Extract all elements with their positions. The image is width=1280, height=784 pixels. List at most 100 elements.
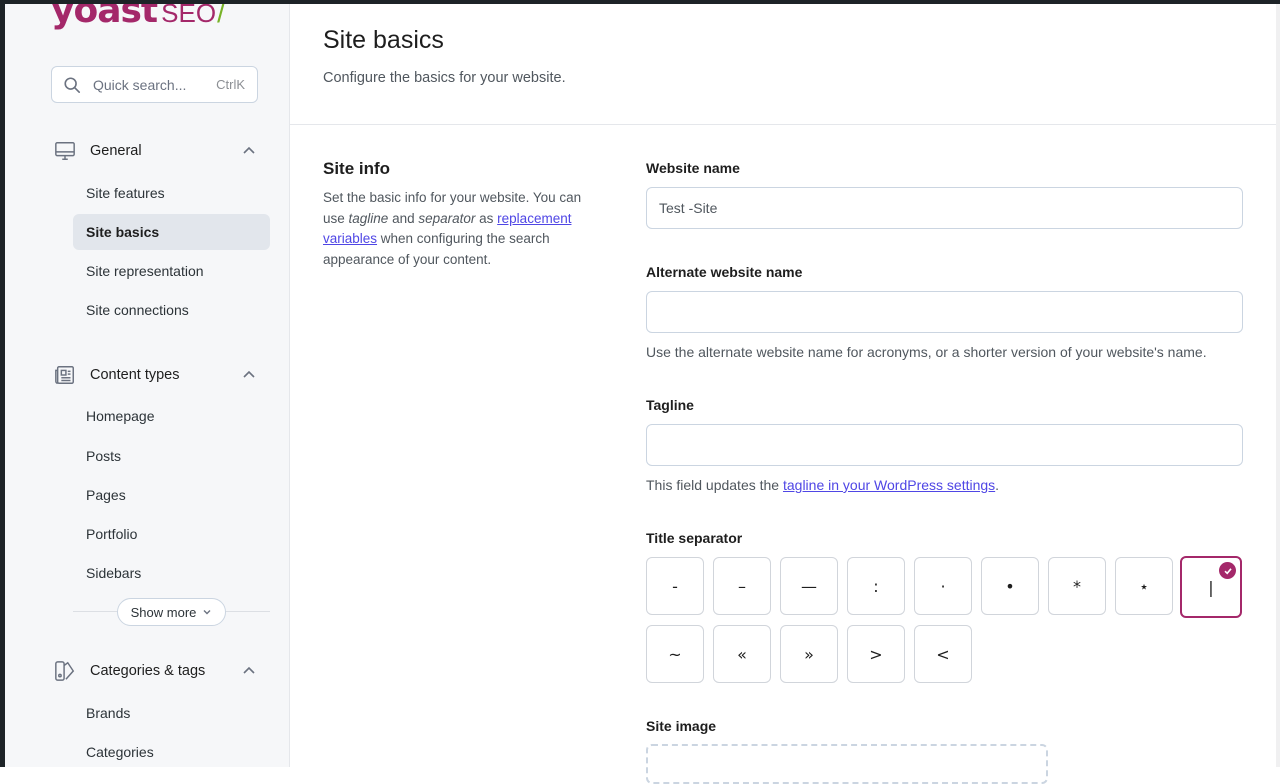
chevron-up-icon: [243, 370, 255, 378]
help-text: .: [995, 477, 1000, 493]
desktop-icon: [53, 139, 77, 163]
wordpress-settings-link[interactable]: tagline in your WordPress settings: [783, 477, 995, 493]
sidebar-item-label: Categories: [86, 744, 154, 760]
tagline-label: Tagline: [646, 397, 694, 413]
check-icon: [1219, 562, 1236, 579]
show-more-button[interactable]: Show more: [117, 598, 226, 626]
sidebar-item-label: Posts: [86, 448, 122, 464]
separator-option[interactable]: <: [914, 625, 972, 683]
sidebar-item-site-representation[interactable]: Site representation: [73, 253, 270, 289]
separator-option[interactable]: :: [847, 557, 905, 615]
keyboard-shortcut-hint: CtrlK: [216, 77, 245, 92]
separator-glyph: *: [1073, 576, 1081, 596]
nav-group-categories-tags[interactable]: Categories & tags: [53, 659, 263, 683]
separator-option[interactable]: –: [713, 557, 771, 615]
logo-suffix-text: SEO: [161, 4, 217, 28]
separator-option[interactable]: -: [646, 557, 704, 615]
website-name-label: Website name: [646, 160, 740, 176]
nav-group-label: Categories & tags: [90, 663, 206, 679]
logo-slash: /: [217, 4, 225, 28]
separator-glyph: ⋆: [1138, 576, 1149, 596]
separator-option[interactable]: «: [713, 625, 771, 683]
nav-group-content-types[interactable]: Content types: [53, 363, 263, 387]
page-scrollbar[interactable]: [1276, 4, 1280, 767]
sidebar-item-label: Brands: [86, 705, 131, 721]
separator-glyph: -: [672, 576, 678, 596]
chevron-down-icon: [203, 610, 211, 615]
settings-sidebar: yoast SEO / Quick search... CtrlK Genera…: [5, 4, 290, 767]
separator-term: separator: [418, 210, 476, 226]
title-separator-options: - – — : · • * ⋆ | ~ « » > <: [646, 556, 1246, 685]
section-title: Site info: [323, 159, 391, 178]
yoast-seo-logo: yoast SEO /: [51, 4, 225, 34]
description-text: as: [475, 210, 498, 226]
site-image-dropzone[interactable]: [646, 744, 1048, 784]
separator-option[interactable]: *: [1048, 557, 1106, 615]
description-text: and: [388, 210, 419, 226]
sidebar-item-site-basics[interactable]: Site basics: [73, 214, 270, 250]
sidebar-item-posts[interactable]: Posts: [73, 438, 270, 474]
site-image-label: Site image: [646, 718, 717, 734]
separator-option[interactable]: »: [780, 625, 838, 683]
tagline-help: This field updates the tagline in your W…: [646, 477, 999, 493]
sidebar-item-label: Site features: [86, 185, 165, 201]
sidebar-item-label: Pages: [86, 487, 126, 503]
website-name-input[interactable]: Test -Site: [646, 187, 1243, 229]
sidebar-item-site-features[interactable]: Site features: [73, 175, 270, 211]
newspaper-icon: [53, 363, 77, 387]
separator-option[interactable]: >: [847, 625, 905, 683]
logo-main-text: yoast: [51, 4, 158, 31]
separator-glyph: –: [738, 576, 746, 596]
separator-option[interactable]: ·: [914, 557, 972, 615]
separator-glyph: ~: [668, 644, 682, 664]
alternate-website-name-label: Alternate website name: [646, 264, 803, 280]
nav-group-label: General: [90, 143, 142, 159]
sidebar-item-label: Site basics: [86, 224, 160, 240]
section-description: Set the basic info for your website. You…: [323, 188, 591, 270]
chevron-up-icon: [243, 666, 255, 674]
settings-main-panel: Site basics Configure the basics for you…: [290, 4, 1276, 784]
separator-glyph: «: [737, 644, 747, 664]
alternate-website-name-input[interactable]: [646, 291, 1243, 333]
separator-option[interactable]: —: [780, 557, 838, 615]
sidebar-item-pages[interactable]: Pages: [73, 477, 270, 513]
separator-option[interactable]: •: [981, 557, 1039, 615]
nav-group-label: Content types: [90, 367, 180, 383]
page-description: Configure the basics for your website.: [323, 70, 566, 86]
separator-option[interactable]: ~: [646, 625, 704, 683]
sidebar-item-label: Homepage: [86, 408, 155, 424]
tagline-term: tagline: [348, 210, 389, 226]
separator-glyph: >: [869, 644, 883, 664]
sidebar-item-label: Site connections: [86, 302, 189, 318]
sidebar-item-sidebars[interactable]: Sidebars: [73, 555, 270, 591]
separator-option-selected[interactable]: |: [1180, 556, 1242, 618]
separator-glyph: —: [801, 576, 817, 596]
nav-group-general[interactable]: General: [53, 139, 263, 163]
sidebar-item-homepage[interactable]: Homepage: [73, 398, 270, 434]
separator-glyph: <: [936, 644, 950, 664]
alternate-name-help: Use the alternate website name for acron…: [646, 344, 1207, 360]
show-more-label: Show more: [130, 604, 197, 620]
search-icon: [64, 76, 81, 93]
title-separator-label: Title separator: [646, 530, 743, 546]
sidebar-item-label: Sidebars: [86, 565, 142, 581]
separator-glyph: •: [1005, 576, 1015, 596]
sidebar-item-site-connections[interactable]: Site connections: [73, 292, 270, 328]
chevron-up-icon: [243, 146, 255, 154]
separator-glyph: :: [873, 576, 879, 596]
page-title: Site basics: [323, 26, 444, 54]
header-divider: [290, 124, 1276, 125]
quick-search-placeholder: Quick search...: [93, 76, 187, 93]
help-text: This field updates the: [646, 477, 783, 493]
sidebar-item-portfolio[interactable]: Portfolio: [73, 516, 270, 552]
separator-glyph: »: [804, 644, 814, 664]
tags-icon: [53, 659, 77, 683]
separator-glyph: |: [1208, 577, 1214, 597]
sidebar-item-categories[interactable]: Categories: [73, 734, 270, 767]
sidebar-item-brands[interactable]: Brands: [73, 695, 270, 731]
separator-glyph: ·: [940, 576, 946, 596]
sidebar-item-label: Portfolio: [86, 526, 138, 542]
separator-option[interactable]: ⋆: [1115, 557, 1173, 615]
quick-search-button[interactable]: Quick search... CtrlK: [51, 66, 258, 103]
tagline-input[interactable]: [646, 424, 1243, 466]
